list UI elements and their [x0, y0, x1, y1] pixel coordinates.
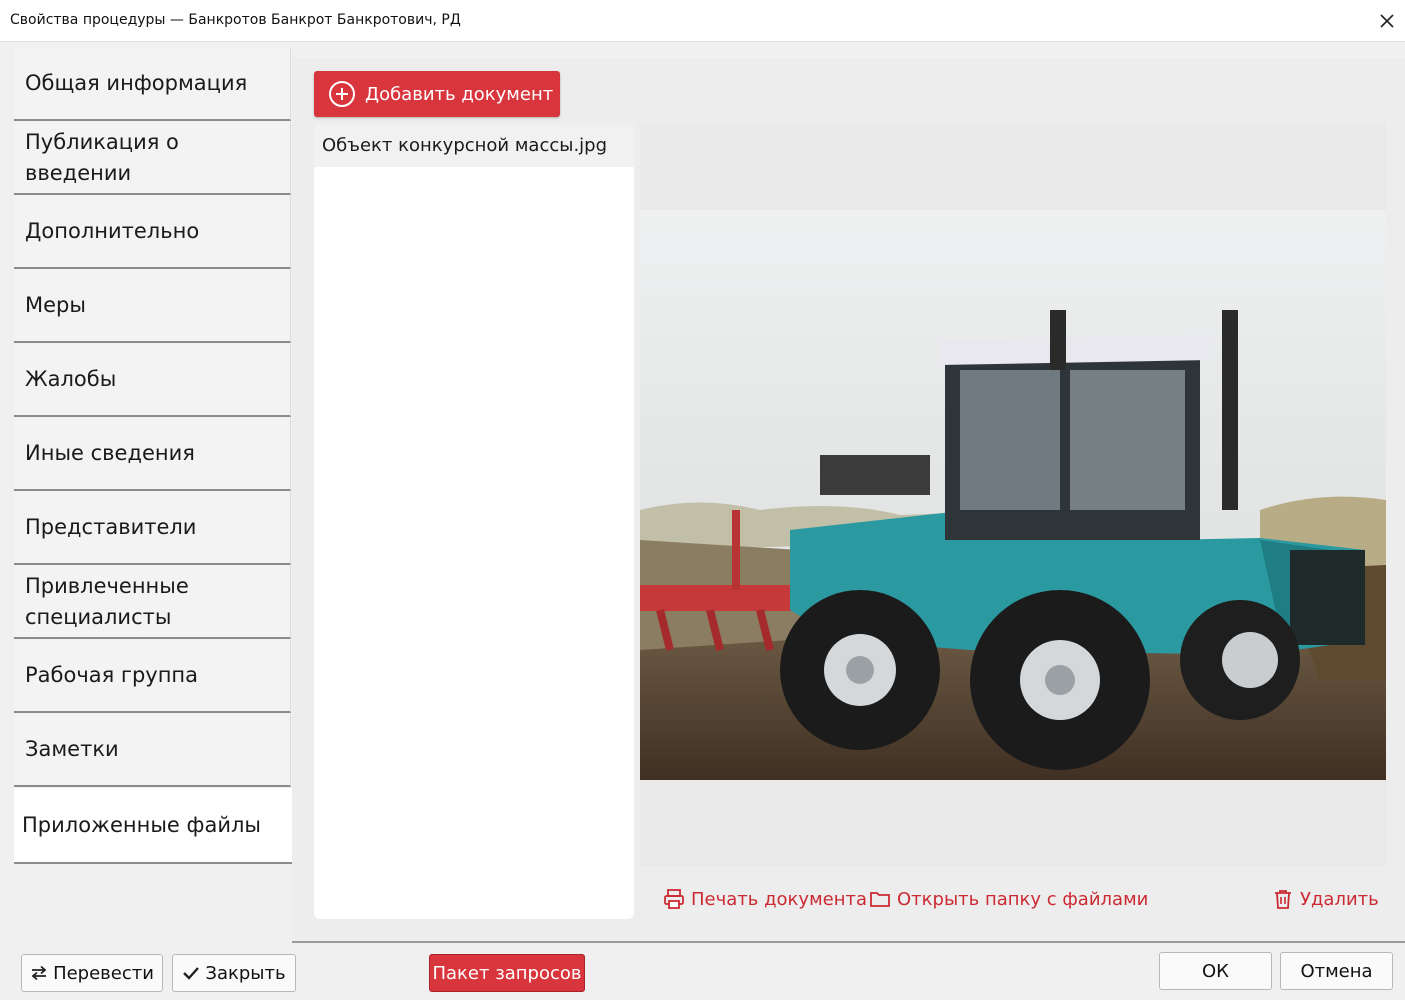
title-bar: Свойства процедуры — Банкротов Банкрот Б… [0, 0, 1405, 42]
sidebar-item-label: Меры [25, 293, 86, 317]
sidebar-item-label: Привлеченные специалисты [25, 573, 189, 629]
open-folder-label: Открыть папку с файлами [897, 888, 1149, 910]
sidebar-item-label: Заметки [25, 737, 119, 761]
sidebar-item-label: Публикация о введении [25, 129, 179, 185]
sidebar-item-specialists[interactable]: Привлеченные специалисты [14, 566, 291, 639]
sidebar-item-label: Представители [25, 515, 197, 539]
sidebar-item-label: Дополнительно [25, 219, 200, 243]
sidebar-item-representatives[interactable]: Представители [14, 492, 291, 565]
file-list-item[interactable]: Объект конкурсной массы.jpg [314, 124, 634, 167]
translate-label: Перевести [53, 962, 154, 984]
close-icon [1380, 14, 1394, 28]
add-document-label: Добавить документ [365, 83, 554, 105]
sidebar-item-work-group[interactable]: Рабочая группа [14, 640, 291, 713]
trash-icon [1275, 890, 1291, 909]
ok-label: ОК [1202, 960, 1229, 982]
cancel-button[interactable]: Отмена [1280, 952, 1393, 990]
delete-label: Удалить [1300, 888, 1379, 910]
sidebar-item-label: Рабочая группа [25, 663, 199, 687]
delete-link[interactable]: Удалить [1272, 884, 1379, 914]
swap-arrows-icon [31, 965, 47, 981]
sidebar-item-measures[interactable]: Меры [14, 270, 291, 343]
sidebar-item-notes[interactable]: Заметки [14, 714, 291, 787]
folder-icon [870, 892, 890, 907]
sidebar-item-label: Иные сведения [25, 441, 195, 465]
plus-circle-icon [329, 81, 355, 107]
request-package-label: Пакет запросов [432, 962, 582, 984]
sidebar-item-publication[interactable]: Публикация о введении [14, 122, 291, 195]
sidebar-item-label: Жалобы [25, 367, 117, 391]
printer-icon [664, 889, 684, 909]
checkmark-icon [183, 967, 200, 980]
ok-button[interactable]: ОК [1159, 952, 1272, 990]
close-procedure-label: Закрыть [205, 962, 286, 984]
file-list[interactable]: Объект конкурсной массы.jpg [314, 124, 634, 919]
add-document-button[interactable]: Добавить документ [314, 71, 560, 117]
cancel-label: Отмена [1300, 960, 1373, 982]
tractor-photo [640, 210, 1386, 780]
window-close-button[interactable] [1369, 0, 1405, 42]
sidebar-item-other-info[interactable]: Иные сведения [14, 418, 291, 491]
print-document-link[interactable]: Печать документа [663, 884, 867, 914]
file-name: Объект конкурсной массы.jpg [322, 135, 608, 156]
window-title: Свойства процедуры — Банкротов Банкрот Б… [10, 12, 461, 28]
print-document-label: Печать документа [691, 888, 868, 910]
sidebar-item-complaints[interactable]: Жалобы [14, 344, 291, 417]
request-package-button[interactable]: Пакет запросов [429, 954, 585, 992]
open-folder-link[interactable]: Открыть папку с файлами [869, 884, 1148, 914]
sidebar-item-attached-files[interactable]: Приложенные файлы [14, 788, 293, 864]
sidebar-item-label: Приложенные файлы [22, 812, 261, 837]
sidebar-item-additional[interactable]: Дополнительно [14, 196, 291, 269]
sidebar-item-label: Общая информация [25, 71, 248, 95]
document-preview [640, 123, 1386, 866]
close-procedure-button[interactable]: Закрыть [172, 954, 296, 992]
sidebar-item-general-info[interactable]: Общая информация [14, 48, 291, 121]
translate-button[interactable]: Перевести [21, 954, 163, 992]
